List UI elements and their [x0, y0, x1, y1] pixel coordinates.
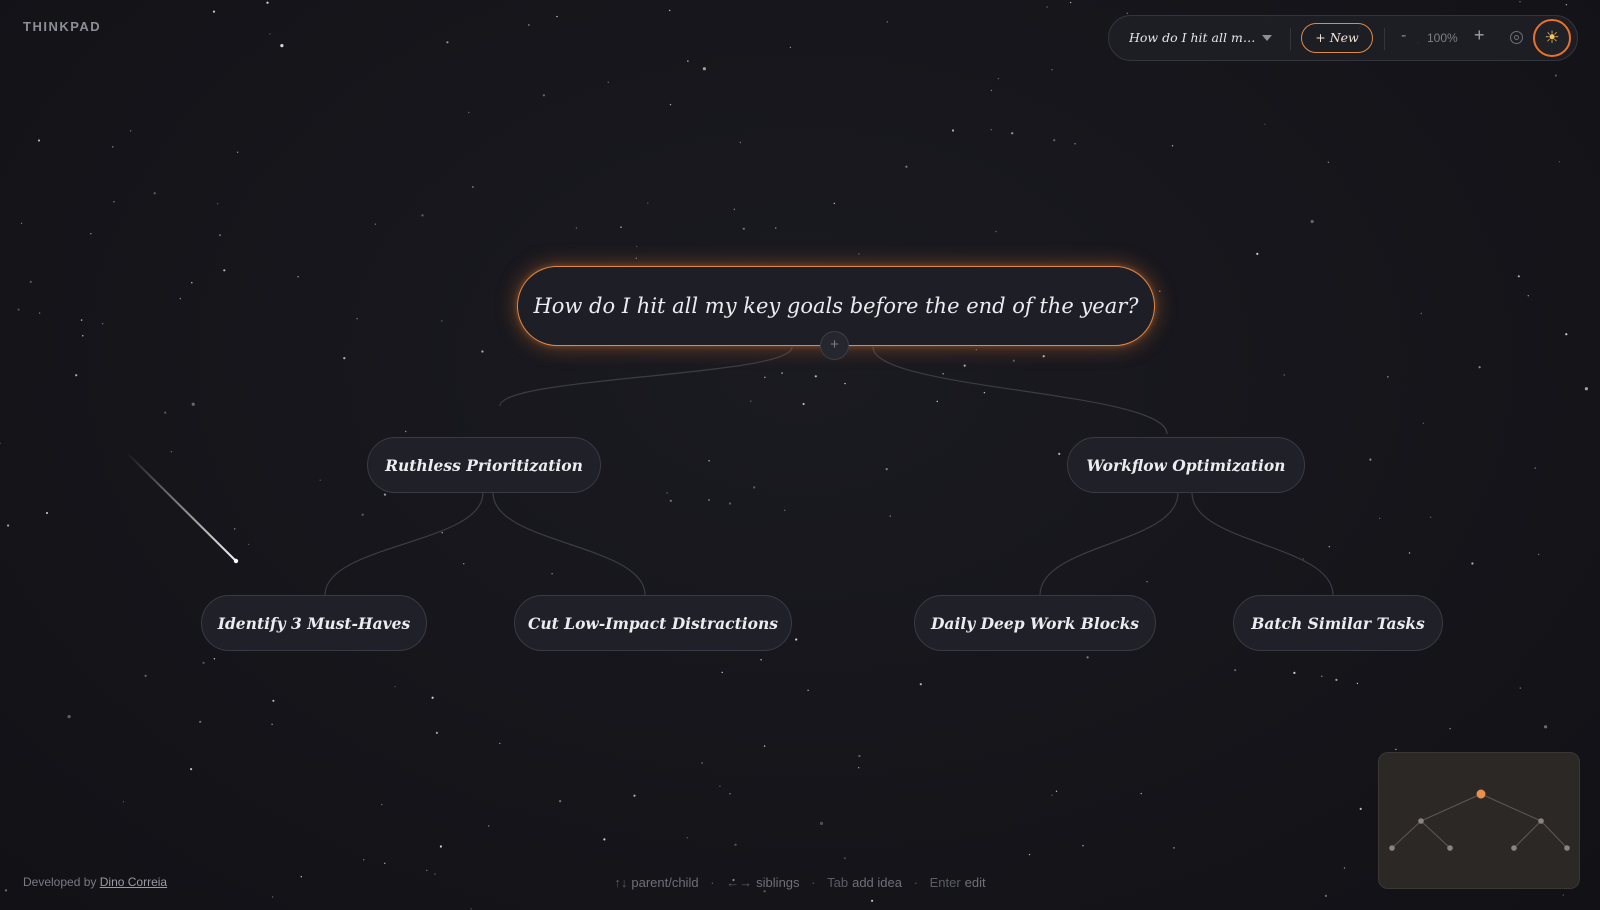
zoom-out-button[interactable]: - — [1401, 27, 1406, 45]
zoom-in-button[interactable]: + — [1474, 25, 1485, 46]
minimap-root-dot — [1476, 789, 1486, 799]
zoom-level-readout: 100% — [1427, 31, 1458, 45]
leaf-node-batch-similar-tasks[interactable]: Batch Similar Tasks — [1233, 595, 1443, 651]
hint-edit: Enter edit — [929, 875, 986, 890]
sun-icon[interactable]: ☀ — [1533, 19, 1571, 57]
mindmap-connectors — [324, 346, 1334, 596]
leaf-node-label: Daily Deep Work Blocks — [930, 613, 1140, 633]
leaf-node-identify-3-must-haves[interactable]: Identify 3 Must-Haves — [201, 595, 427, 651]
top-toolbar: How do I hit all my key goals before the… — [1108, 15, 1578, 61]
leaf-node-label: Batch Similar Tasks — [1251, 613, 1425, 633]
leaf-node-label: Identify 3 Must-Haves — [217, 613, 411, 633]
minimap[interactable] — [1378, 752, 1580, 889]
toolbar-divider — [1290, 28, 1291, 50]
hint-add-idea: Tab add idea — [827, 875, 902, 890]
root-node-label: How do I hit all my key goals before the… — [533, 294, 1139, 318]
add-child-button[interactable]: + — [820, 331, 849, 360]
map-selector[interactable]: How do I hit all my key goals before the… — [1129, 30, 1259, 45]
keyboard-hints: ↑↓ parent/child · ←→ siblings · Tab add ide… — [614, 875, 986, 890]
branch-node-ruthless-prioritization[interactable]: Ruthless Prioritization — [367, 437, 601, 493]
target-icon[interactable] — [1510, 31, 1523, 44]
toolbar-divider — [1384, 28, 1385, 50]
branch-node-workflow-optimization[interactable]: Workflow Optimization — [1067, 437, 1305, 493]
branch-node-label: Ruthless Prioritization — [385, 455, 583, 475]
app-canvas[interactable]: THINKPAD How do I hit all my key goals b… — [0, 0, 1600, 910]
leaf-node-cut-low-impact-distractions[interactable]: Cut Low-Impact Distractions — [514, 595, 792, 651]
new-map-button[interactable]: + New — [1301, 23, 1373, 53]
leaf-node-daily-deep-work-blocks[interactable]: Daily Deep Work Blocks — [914, 595, 1156, 651]
minimap-tree — [1389, 789, 1570, 851]
leaf-node-label: Cut Low-Impact Distractions — [528, 613, 778, 633]
hint-siblings: ←→ siblings — [726, 875, 800, 890]
hint-parent-child: ↑↓ parent/child — [614, 875, 699, 890]
branch-node-label: Workflow Optimization — [1086, 455, 1286, 475]
chevron-down-icon[interactable] — [1262, 35, 1272, 41]
